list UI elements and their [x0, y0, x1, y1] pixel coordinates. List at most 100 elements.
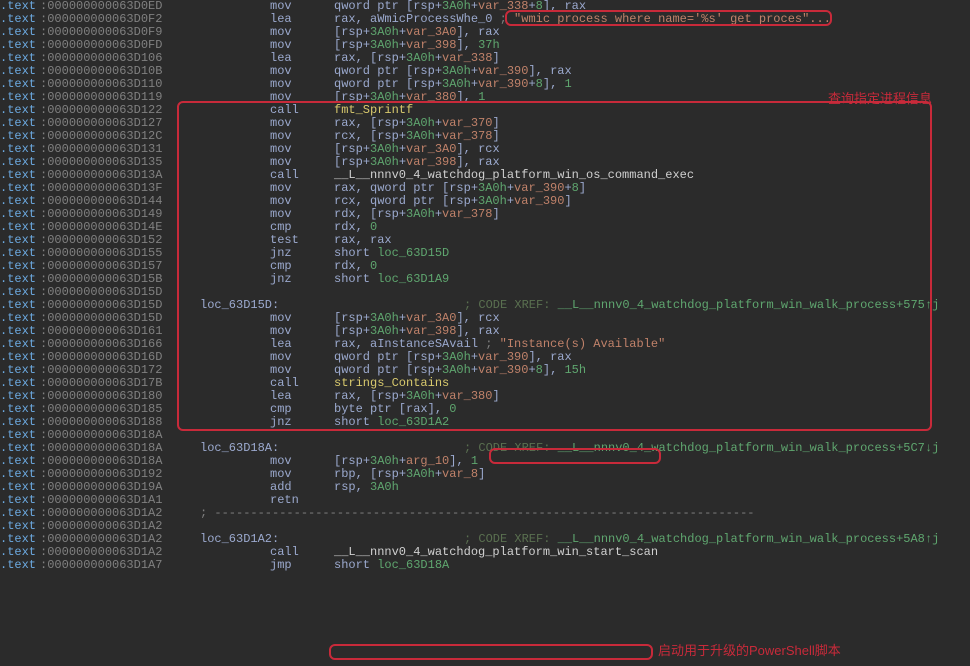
tok-fn: strings_Contains — [334, 376, 449, 390]
tok-op: rsp — [377, 51, 399, 65]
mnemonic: jnz — [270, 415, 292, 429]
tok-fnref: loc_63D18A — [377, 558, 449, 572]
segment: .text — [0, 480, 36, 494]
address: :000000000063D15B — [40, 272, 162, 286]
segment: .text — [0, 272, 36, 286]
tok-punct: + — [399, 324, 406, 338]
segment: .text — [0, 298, 36, 312]
label-col — [200, 65, 270, 78]
operand-col: short loc_63D1A2 — [334, 416, 449, 429]
tok-var: var_3A0 — [406, 142, 456, 156]
address: :000000000063D188 — [40, 415, 162, 429]
tok-punct: ] — [492, 207, 499, 221]
tok-op: rcx, [ — [334, 129, 377, 143]
segment: .text — [0, 142, 36, 156]
label-col — [200, 468, 270, 481]
address: :000000000063D18A — [40, 428, 162, 442]
tok-op: rsp — [377, 467, 399, 481]
tok-punct: + — [399, 129, 406, 143]
tok-num: 3A0h — [406, 467, 435, 481]
mnemonic: mov — [270, 350, 292, 364]
tok-num: 3A0h — [478, 181, 507, 195]
tok-punct: ], — [428, 402, 450, 416]
address: :000000000063D180 — [40, 389, 162, 403]
label-col: loc_63D15D: — [200, 299, 270, 312]
tok-punct: + — [399, 25, 406, 39]
tok-var: var_398 — [406, 38, 456, 52]
tok-num: 3A0h — [370, 38, 399, 52]
address: :000000000063D192 — [40, 467, 162, 481]
tok-punct: ], — [456, 25, 478, 39]
tok-punct: ] — [492, 129, 499, 143]
disassembly-listing: .text:000000000063D0EDmovqword ptr [rsp+… — [0, 0, 970, 572]
tok-punct: ] — [492, 116, 499, 130]
label-col — [200, 0, 270, 13]
tok-op: rax, qword ptr [ — [334, 181, 449, 195]
mnemonic: lea — [270, 389, 292, 403]
address: :000000000063D119 — [40, 90, 162, 104]
label-col — [200, 325, 270, 338]
tok-punct: + — [471, 363, 478, 377]
tok-punct: + — [471, 64, 478, 78]
label-col: loc_63D1A2: — [200, 533, 270, 546]
tok-punct: + — [399, 38, 406, 52]
mnemonic: mov — [270, 454, 292, 468]
tok-num: 0 — [370, 259, 377, 273]
tok-punct: + — [435, 129, 442, 143]
mnemonic: cmp — [270, 402, 292, 416]
tok-op: rsp — [377, 129, 399, 143]
tok-punct: + — [435, 116, 442, 130]
label-col — [200, 481, 270, 494]
tok-punct: ] — [492, 389, 499, 403]
xref-target: __L__nnnv0_4_watchdog_platform_win_walk_… — [558, 441, 940, 455]
tok-op: rsp — [449, 181, 471, 195]
segment: .text — [0, 558, 36, 572]
tok-punct: + — [528, 363, 535, 377]
code-label: loc_63D18A: — [200, 441, 279, 455]
tok-num: 3A0h — [442, 363, 471, 377]
tok-punct: + — [363, 311, 370, 325]
tok-punct: + — [471, 77, 478, 91]
segment: .text — [0, 519, 36, 533]
tok-fnref: loc_63D1A9 — [377, 272, 449, 286]
address: :000000000063D172 — [40, 363, 162, 377]
tok-op: rax — [406, 402, 428, 416]
tok-op: byte ptr [ — [334, 402, 406, 416]
segment: .text — [0, 454, 36, 468]
annotation-text: 启动用于升级的PowerShell脚本 — [658, 644, 841, 657]
address: :000000000063D1A1 — [40, 493, 162, 507]
tok-punct: ] — [579, 181, 586, 195]
label-col — [200, 390, 270, 403]
tok-punct: + — [363, 90, 370, 104]
mnemonic: mov — [270, 311, 292, 325]
tok-op: rsp — [341, 311, 363, 325]
tok-var: var_390 — [514, 181, 564, 195]
address: :000000000063D161 — [40, 324, 162, 338]
tok-op: rax, [ — [334, 51, 377, 65]
tok-op: rdx, — [334, 220, 370, 234]
xref-comment: ; CODE XREF: — [464, 298, 558, 312]
address: :000000000063D155 — [40, 246, 162, 260]
label-col — [200, 312, 270, 325]
tok-op: short — [334, 415, 377, 429]
tok-op: rax — [478, 25, 500, 39]
tok-var: var_338 — [442, 51, 492, 65]
tok-punct: + — [435, 51, 442, 65]
mnemonic: call — [270, 545, 299, 559]
tok-op: rsp — [413, 64, 435, 78]
tok-punct: + — [528, 77, 535, 91]
tok-var: var_378 — [442, 207, 492, 221]
operand-col: rsp, 3A0h — [334, 481, 399, 494]
mnemonic-col: jnz — [270, 273, 334, 286]
tok-op: short — [334, 246, 377, 260]
mnemonic-col: jmp — [270, 559, 334, 572]
tok-op: rsp — [377, 116, 399, 130]
tok-op: rax, [ — [334, 389, 377, 403]
tok-num: 0 — [370, 220, 377, 234]
mnemonic: mov — [270, 38, 292, 52]
tok-op: rsp, — [334, 480, 370, 494]
tok-punct: + — [435, 77, 442, 91]
operand-col: short loc_63D1A9 — [334, 273, 449, 286]
tok-op: rsp — [413, 77, 435, 91]
tok-punct: ], — [528, 350, 550, 364]
